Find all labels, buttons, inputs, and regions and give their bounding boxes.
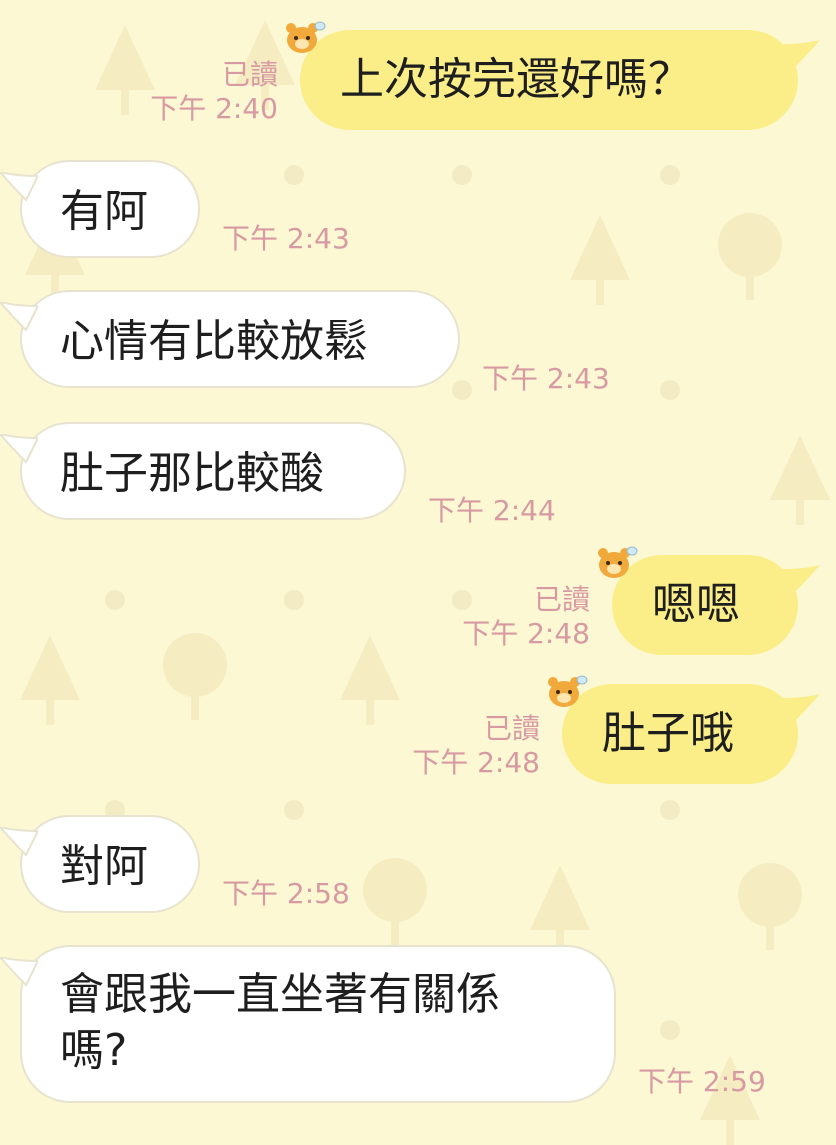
message-text: 有阿 [60, 186, 148, 237]
message-meta: 已讀 下午 2:40 [150, 58, 278, 126]
message-text: 肚子哦 [602, 708, 734, 759]
message-meta: 下午 2:59 [638, 1065, 766, 1099]
bubble-tail [0, 827, 38, 857]
bubble-tail [0, 957, 38, 987]
message-meta: 下午 2:44 [428, 494, 556, 528]
message-text: 會跟我一直坐著有關係 [60, 969, 500, 1020]
message-time: 下午 2:48 [412, 746, 540, 779]
message-bubble[interactable]: 肚子那比較酸 [0, 422, 406, 520]
read-receipt: 已讀 [221, 58, 278, 91]
message-time: 下午 2:43 [482, 362, 610, 395]
message-bubble[interactable]: 對阿 [0, 815, 200, 913]
outgoing-message: 已讀 下午 2:48 肚子哦 [412, 675, 820, 784]
message-text: 上次按完還好嗎？ [340, 54, 692, 105]
read-receipt: 已讀 [533, 583, 590, 616]
incoming-message: 會跟我一直坐著有關係 嗎? 下午 2:59 [0, 945, 766, 1103]
incoming-message: 有阿 下午 2:43 [0, 160, 350, 258]
chat-message-list[interactable]: 已讀 下午 2:40 上次按完還好嗎？ 有阿 下午 2:43 心情有比較放鬆 下… [0, 0, 836, 1145]
message-bubble[interactable]: 嗯嗯 [598, 546, 820, 655]
message-time: 下午 2:58 [222, 877, 350, 910]
bee-bear-sticker-icon [286, 21, 326, 53]
message-time: 下午 2:44 [428, 494, 556, 527]
message-bubble[interactable]: 肚子哦 [548, 675, 820, 784]
message-meta: 已讀 下午 2:48 [412, 712, 540, 780]
bubble-tail [782, 40, 820, 68]
bubble-tail [782, 694, 820, 722]
bubble-tail [0, 434, 38, 464]
message-time: 下午 2:43 [222, 222, 350, 255]
message-meta: 已讀 下午 2:48 [462, 583, 590, 651]
message-text: 嗯嗯 [652, 579, 740, 630]
read-receipt: 已讀 [483, 712, 540, 745]
message-time: 下午 2:48 [462, 617, 590, 650]
bubble-tail [782, 565, 820, 593]
incoming-message: 肚子那比較酸 下午 2:44 [0, 422, 556, 527]
incoming-message: 心情有比較放鬆 下午 2:43 [0, 290, 610, 395]
outgoing-message: 已讀 下午 2:40 上次按完還好嗎？ [150, 21, 820, 130]
message-bubble[interactable]: 有阿 [0, 160, 200, 258]
message-meta: 下午 2:43 [222, 222, 350, 256]
message-meta: 下午 2:58 [222, 877, 350, 911]
message-text-line-2: 嗎? [60, 1025, 128, 1076]
message-meta: 下午 2:43 [482, 362, 610, 396]
message-time: 下午 2:40 [150, 92, 278, 125]
message-bubble[interactable]: 心情有比較放鬆 [0, 290, 460, 388]
message-text: 心情有比較放鬆 [60, 316, 368, 367]
message-text: 肚子那比較酸 [60, 448, 324, 499]
message-bubble[interactable]: 會跟我一直坐著有關係 嗎? [0, 945, 616, 1103]
bee-bear-sticker-icon [548, 675, 588, 707]
message-bubble[interactable]: 上次按完還好嗎？ [286, 21, 820, 130]
bee-bear-sticker-icon [598, 546, 638, 578]
outgoing-message: 已讀 下午 2:48 嗯嗯 [462, 546, 820, 655]
incoming-message: 對阿 下午 2:58 [0, 815, 350, 913]
message-text: 對阿 [60, 841, 148, 892]
message-time: 下午 2:59 [638, 1065, 766, 1098]
bubble-tail [0, 302, 38, 332]
bubble-tail [0, 172, 38, 202]
